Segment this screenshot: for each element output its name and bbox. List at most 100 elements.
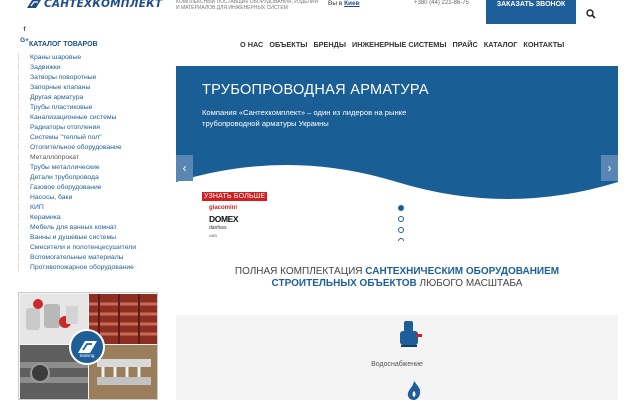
brand-logo: danfoss — [209, 225, 227, 231]
catalog-item[interactable]: Трубы пластиковые — [18, 102, 168, 112]
catalog-item-label: Отопительное оборудование — [30, 143, 122, 151]
city-link[interactable]: Киев — [344, 0, 360, 7]
catalog-item[interactable]: Противопожарное оборудование — [18, 262, 168, 272]
section-text: ПОЛНАЯ КОМПЛЕКТАЦИЯ — [234, 266, 366, 277]
google-plus-icon[interactable]: G+ — [20, 37, 29, 45]
catalog-item[interactable]: Радиаторы отопления — [18, 122, 168, 132]
catalog-item[interactable]: Другая арматура — [18, 92, 168, 102]
search-icon[interactable] — [585, 8, 597, 20]
nav-item[interactable]: БРЕНДЫ — [313, 40, 346, 49]
catalog-title: КАТАЛОГ ТОВАРОВ — [29, 41, 98, 48]
catalog-item[interactable]: Трубы металлические — [18, 162, 168, 172]
systems-cards — [176, 315, 618, 400]
main-nav: О НАС ОБЪЕКТЫ БРЕНДЫ ИНЖЕНЕРНЫЕ СИСТЕМЫ ПРАЙ… — [240, 40, 564, 49]
nav-item[interactable]: ОБЪЕКТЫ — [269, 40, 307, 49]
nav-item[interactable]: КОНТАКТЫ — [523, 40, 564, 49]
callback-button[interactable]: ЗАКАЗАТЬ ЗВОНОК — [486, 0, 576, 24]
catalog-item-label: Другая арматура — [30, 93, 84, 101]
catalog-item-label: Мебель для ванных комнат — [30, 223, 117, 231]
catalog-item[interactable]: Смесители и полотенцесушители — [18, 242, 168, 252]
catalog-item-label: Краны шаровые — [30, 53, 82, 61]
catalog-item[interactable]: Ванны и душевые системы — [18, 232, 168, 242]
slider-dots — [398, 205, 404, 241]
catalog-item-label: Насосы, баки — [30, 193, 73, 201]
catalog-item-label: Вспомогательные материалы — [30, 253, 124, 261]
card-label-water-supply[interactable]: Водоснабжение — [176, 361, 618, 368]
gas-flame-icon[interactable] — [404, 380, 424, 400]
brand-logo: giacomini — [209, 205, 238, 211]
catalog-item[interactable]: Насосы, баки — [18, 192, 168, 202]
catalog-item-marker — [18, 113, 29, 121]
catalog-item[interactable]: Мебель для ванных комнат — [18, 222, 168, 232]
catalog-item-marker — [18, 153, 29, 161]
section-title-line1: ПОЛНАЯ КОМПЛЕКТАЦИЯ САНТЕХНИЧЕСКИМ ОБОРУ… — [176, 266, 618, 277]
catalog-item-label: Металлопрокат — [30, 153, 80, 161]
slider-dot[interactable] — [398, 227, 404, 233]
section-text: ЛЮБОГО МАСШТАБА — [416, 278, 523, 289]
catalog-item-marker — [18, 143, 29, 151]
top-bar: САНТЕХКОМПЛЕКТ КОМПЛЕКСНЫЙ ПОСТАВЩИК ОБО… — [0, 0, 640, 24]
catalog-item[interactable]: Задвижки — [18, 62, 168, 72]
training-badge: training — [69, 329, 105, 365]
facebook-icon[interactable]: f — [20, 26, 29, 34]
phone-number[interactable]: +380 (44) 221-86-75 — [414, 0, 469, 6]
catalog-item-label: Запорные клапаны — [30, 83, 91, 91]
catalog-item-marker — [18, 223, 29, 231]
catalog-item-marker — [18, 53, 29, 61]
slider-dot[interactable] — [398, 205, 404, 211]
catalog-item-marker — [18, 263, 29, 271]
brand-logo: ABB — [209, 233, 218, 238]
section-highlight: САНТЕХНИЧЕСКИМ ОБОРУДОВАНИЕМ — [365, 266, 560, 277]
catalog-item-marker — [18, 63, 29, 71]
catalog-list: Краны шаровые Задвижки Затворы поворотные З… — [18, 52, 168, 272]
catalog-item-label: Трубы металлические — [30, 163, 100, 171]
catalog-item-label: Противопожарное оборудование — [30, 263, 134, 271]
catalog-item-marker — [18, 243, 29, 251]
catalog-item[interactable]: Системы "теплый пол" — [18, 132, 168, 142]
catalog-item[interactable]: Канализационные системы — [18, 112, 168, 122]
catalog-item-marker — [18, 253, 29, 261]
logo[interactable]: САНТЕХКОМПЛЕКТ — [26, 0, 162, 10]
header-tagline: КОМПЛЕКСНЫЙ ПОСТАВЩИК ОБОРУДОВАНИЯ, ИЗДЕ… — [176, 0, 319, 11]
water-pump-icon[interactable] — [398, 319, 424, 349]
catalog-item-label: Газовое оборудование — [30, 183, 102, 191]
slider-dot[interactable] — [398, 238, 404, 241]
chevron-left-icon: ‹ — [182, 161, 187, 175]
slider-prev-button[interactable]: ‹ — [176, 155, 193, 181]
catalog-item[interactable]: Отопительное оборудование — [18, 142, 168, 152]
training-logo-icon — [78, 341, 97, 353]
training-label: training — [79, 353, 95, 358]
catalog-item-label: Канализационные системы — [30, 113, 117, 121]
nav-item[interactable]: КАТАЛОГ — [484, 40, 518, 49]
catalog-item-marker — [18, 163, 29, 171]
nav-item[interactable]: О НАС — [240, 40, 263, 49]
catalog-item-marker — [18, 213, 29, 221]
catalog-item[interactable]: Металлопрокат — [18, 152, 168, 162]
catalog-item-label: Задвижки — [30, 63, 61, 71]
training-promo-banner[interactable]: training — [18, 292, 158, 400]
catalog-item-marker — [18, 233, 29, 241]
brand-logo: DOMEX — [209, 214, 239, 224]
catalog-item-label: Ванны и душевые системы — [30, 233, 117, 241]
catalog-item[interactable]: Краны шаровые — [18, 52, 168, 62]
section-title-line2: СТРОИТЕЛЬНЫХ ОБЪЕКТОВ ЛЮБОГО МАСШТАБА — [176, 278, 618, 289]
catalog-item[interactable]: Затворы поворотные — [18, 72, 168, 82]
catalog-item[interactable]: Газовое оборудование — [18, 182, 168, 192]
hero-slider: ТРУБОПРОВОДНАЯ АРМАТУРА Компания «Сантех… — [176, 66, 618, 241]
city-selector[interactable]: Вы в Киев — [328, 0, 360, 7]
catalog-item[interactable]: Вспомогательные материалы — [18, 252, 168, 262]
nav-item[interactable]: ИНЖЕНЕРНЫЕ СИСТЕМЫ — [352, 40, 446, 49]
hero-subtitle: Компания «Сантехкомплект» – один из лиде… — [202, 108, 407, 128]
learn-more-button[interactable]: УЗНАТЬ БОЛЬШЕ — [202, 192, 268, 201]
catalog-item-label: Затворы поворотные — [30, 73, 97, 81]
catalog-item[interactable]: Детали трубопровода — [18, 172, 168, 182]
catalog-item-marker — [18, 203, 29, 211]
catalog-item[interactable]: Запорные клапаны — [18, 82, 168, 92]
slider-next-button[interactable]: › — [601, 155, 618, 181]
slider-dot[interactable] — [398, 216, 404, 222]
catalog-item[interactable]: Керамика — [18, 212, 168, 222]
catalog-item[interactable]: КИП — [18, 202, 168, 212]
catalog-item-label: Детали трубопровода — [30, 173, 99, 181]
nav-item[interactable]: ПРАЙС — [452, 40, 477, 49]
catalog-item-marker — [18, 193, 29, 201]
